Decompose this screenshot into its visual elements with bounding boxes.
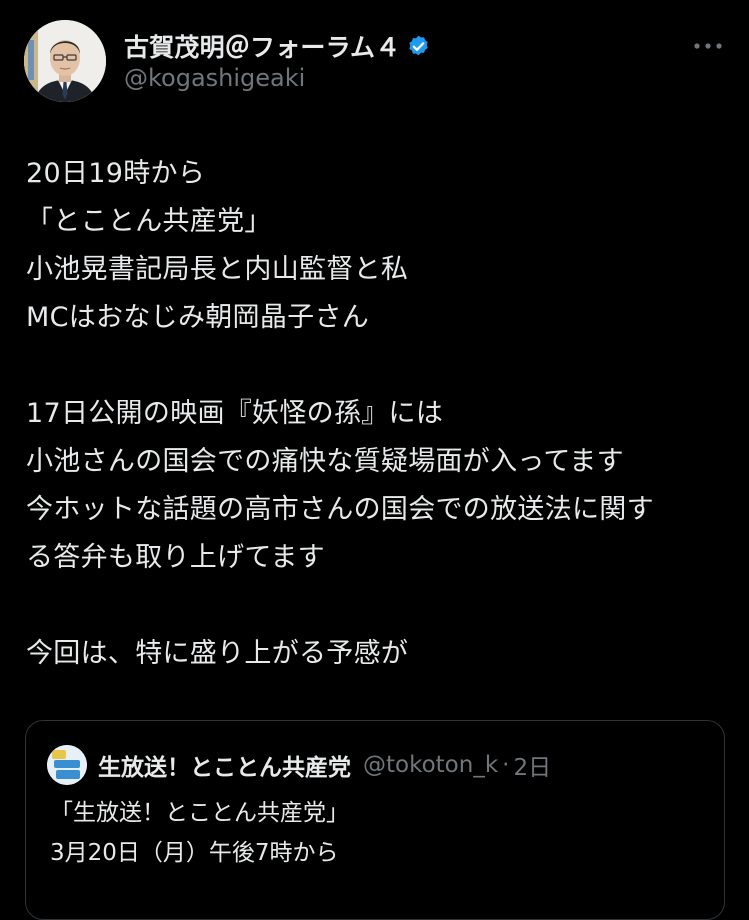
verified-badge-icon: [406, 34, 431, 59]
quoted-tweet-line: 3月20日（月）午後7時から: [50, 840, 339, 866]
tweet-line: 小池晃書記局長と内山監督と私: [26, 254, 409, 285]
author-avatar[interactable]: [24, 20, 106, 102]
author-handle[interactable]: @kogashigeaki: [124, 64, 305, 92]
quoted-tweet-card[interactable]: 生放送！とことん共産党 @tokoton_k · 2日 「生放送！とことん共産党…: [25, 720, 725, 920]
tweet-line: 17日公開の映画『妖怪の孫』には: [26, 398, 444, 429]
author-avatar-image: [24, 20, 106, 102]
tweet-line: 20日19時から: [26, 158, 206, 189]
quoted-tweet-display-name: 生放送！とことん共産党: [98, 755, 351, 781]
tweet-line: 今ホットな話題の高市さんの国会での放送法に関す: [26, 494, 654, 525]
tweet-text: 20日19時から 「とことん共産党」 小池晃書記局長と内山監督と私 MCはおなじ…: [26, 150, 726, 678]
tweet-line: る答弁も取り上げてます: [26, 542, 325, 573]
tweet-line: MCはおなじみ朝岡晶子さん: [26, 302, 370, 333]
quoted-tweet-text: 「生放送！とことん共産党」 3月20日（月）午後7時から: [50, 793, 349, 873]
author-name-row: 古賀茂明＠フォーラム４: [124, 28, 431, 64]
quoted-tweet-avatar: [47, 745, 87, 785]
more-horizontal-icon: [694, 43, 722, 49]
tweet-line: 「とことん共産党」: [26, 206, 272, 237]
quoted-tweet-avatar-image: [47, 745, 87, 785]
quoted-tweet-separator: ·: [502, 752, 510, 778]
quoted-tweet-handle: @tokoton_k: [363, 752, 499, 778]
author-display-name[interactable]: 古賀茂明＠フォーラム４: [124, 28, 400, 64]
tweet-line: 今回は、特に盛り上がる予感が: [26, 638, 409, 669]
more-options-button[interactable]: [690, 32, 726, 60]
tweet-line: 小池さんの国会での痛快な質疑場面が入ってます: [26, 446, 624, 477]
quoted-tweet-line: 「生放送！とことん共産党」: [50, 800, 349, 826]
quoted-tweet-header: 生放送！とことん共産党 @tokoton_k · 2日: [98, 747, 551, 783]
quoted-tweet-timestamp: 2日: [513, 755, 552, 781]
